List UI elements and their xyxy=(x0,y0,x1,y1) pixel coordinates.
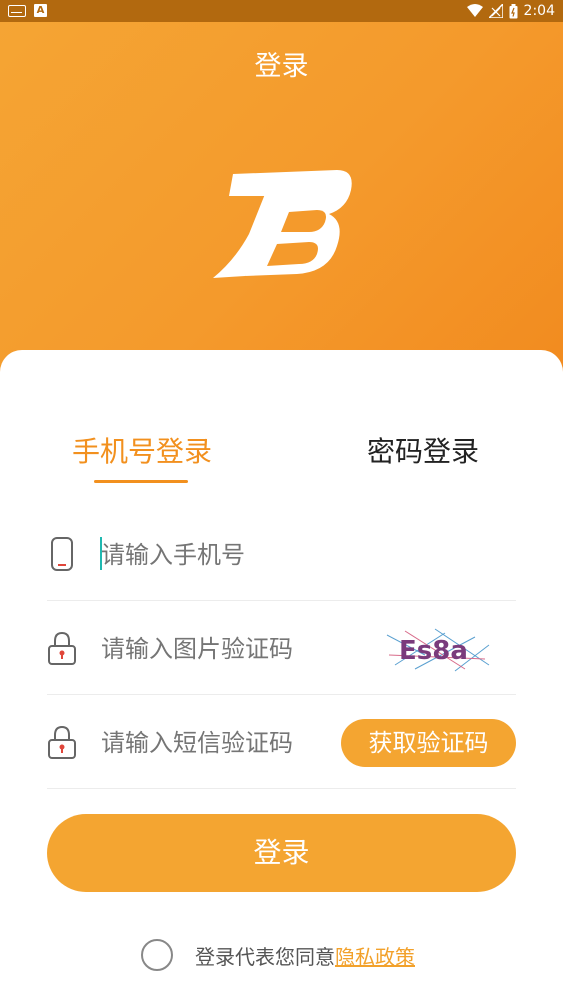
tab-password-login[interactable]: 密码登录 xyxy=(367,430,479,470)
keyboard-icon xyxy=(8,4,26,17)
sms-code-row: 获取验证码 xyxy=(47,695,516,789)
page-title: 登录 xyxy=(254,51,309,82)
a-icon: A xyxy=(34,4,47,17)
get-sms-code-button[interactable]: 获取验证码 xyxy=(341,719,516,767)
status-bar: A 2:04 xyxy=(0,0,563,22)
agreement-text: 登录代表您同意 xyxy=(195,944,335,969)
wifi-icon xyxy=(466,4,483,17)
image-code-row: Es8a xyxy=(47,601,516,695)
phone-input[interactable] xyxy=(101,535,361,575)
lock-icon xyxy=(48,631,76,665)
battery-icon xyxy=(509,3,518,18)
login-button[interactable]: 登录 xyxy=(47,814,516,892)
active-tab-indicator xyxy=(94,480,188,483)
privacy-policy-link[interactable]: 隐私政策 xyxy=(335,941,415,970)
sms-code-input[interactable] xyxy=(101,723,361,763)
tab-phone-login[interactable]: 手机号登录 xyxy=(72,430,212,470)
phone-icon xyxy=(51,537,73,571)
phone-row xyxy=(47,507,516,601)
status-time: 2:04 xyxy=(523,3,555,19)
agree-checkbox[interactable] xyxy=(141,939,173,971)
agreement: 登录代表您同意 隐私政策 xyxy=(141,938,415,972)
lock-icon xyxy=(48,725,76,759)
b-logo-icon xyxy=(213,170,352,278)
signal-icon xyxy=(488,4,503,18)
captcha-image[interactable]: Es8a xyxy=(385,625,491,673)
image-code-input[interactable] xyxy=(101,629,361,669)
captcha-text: Es8a xyxy=(399,636,468,666)
